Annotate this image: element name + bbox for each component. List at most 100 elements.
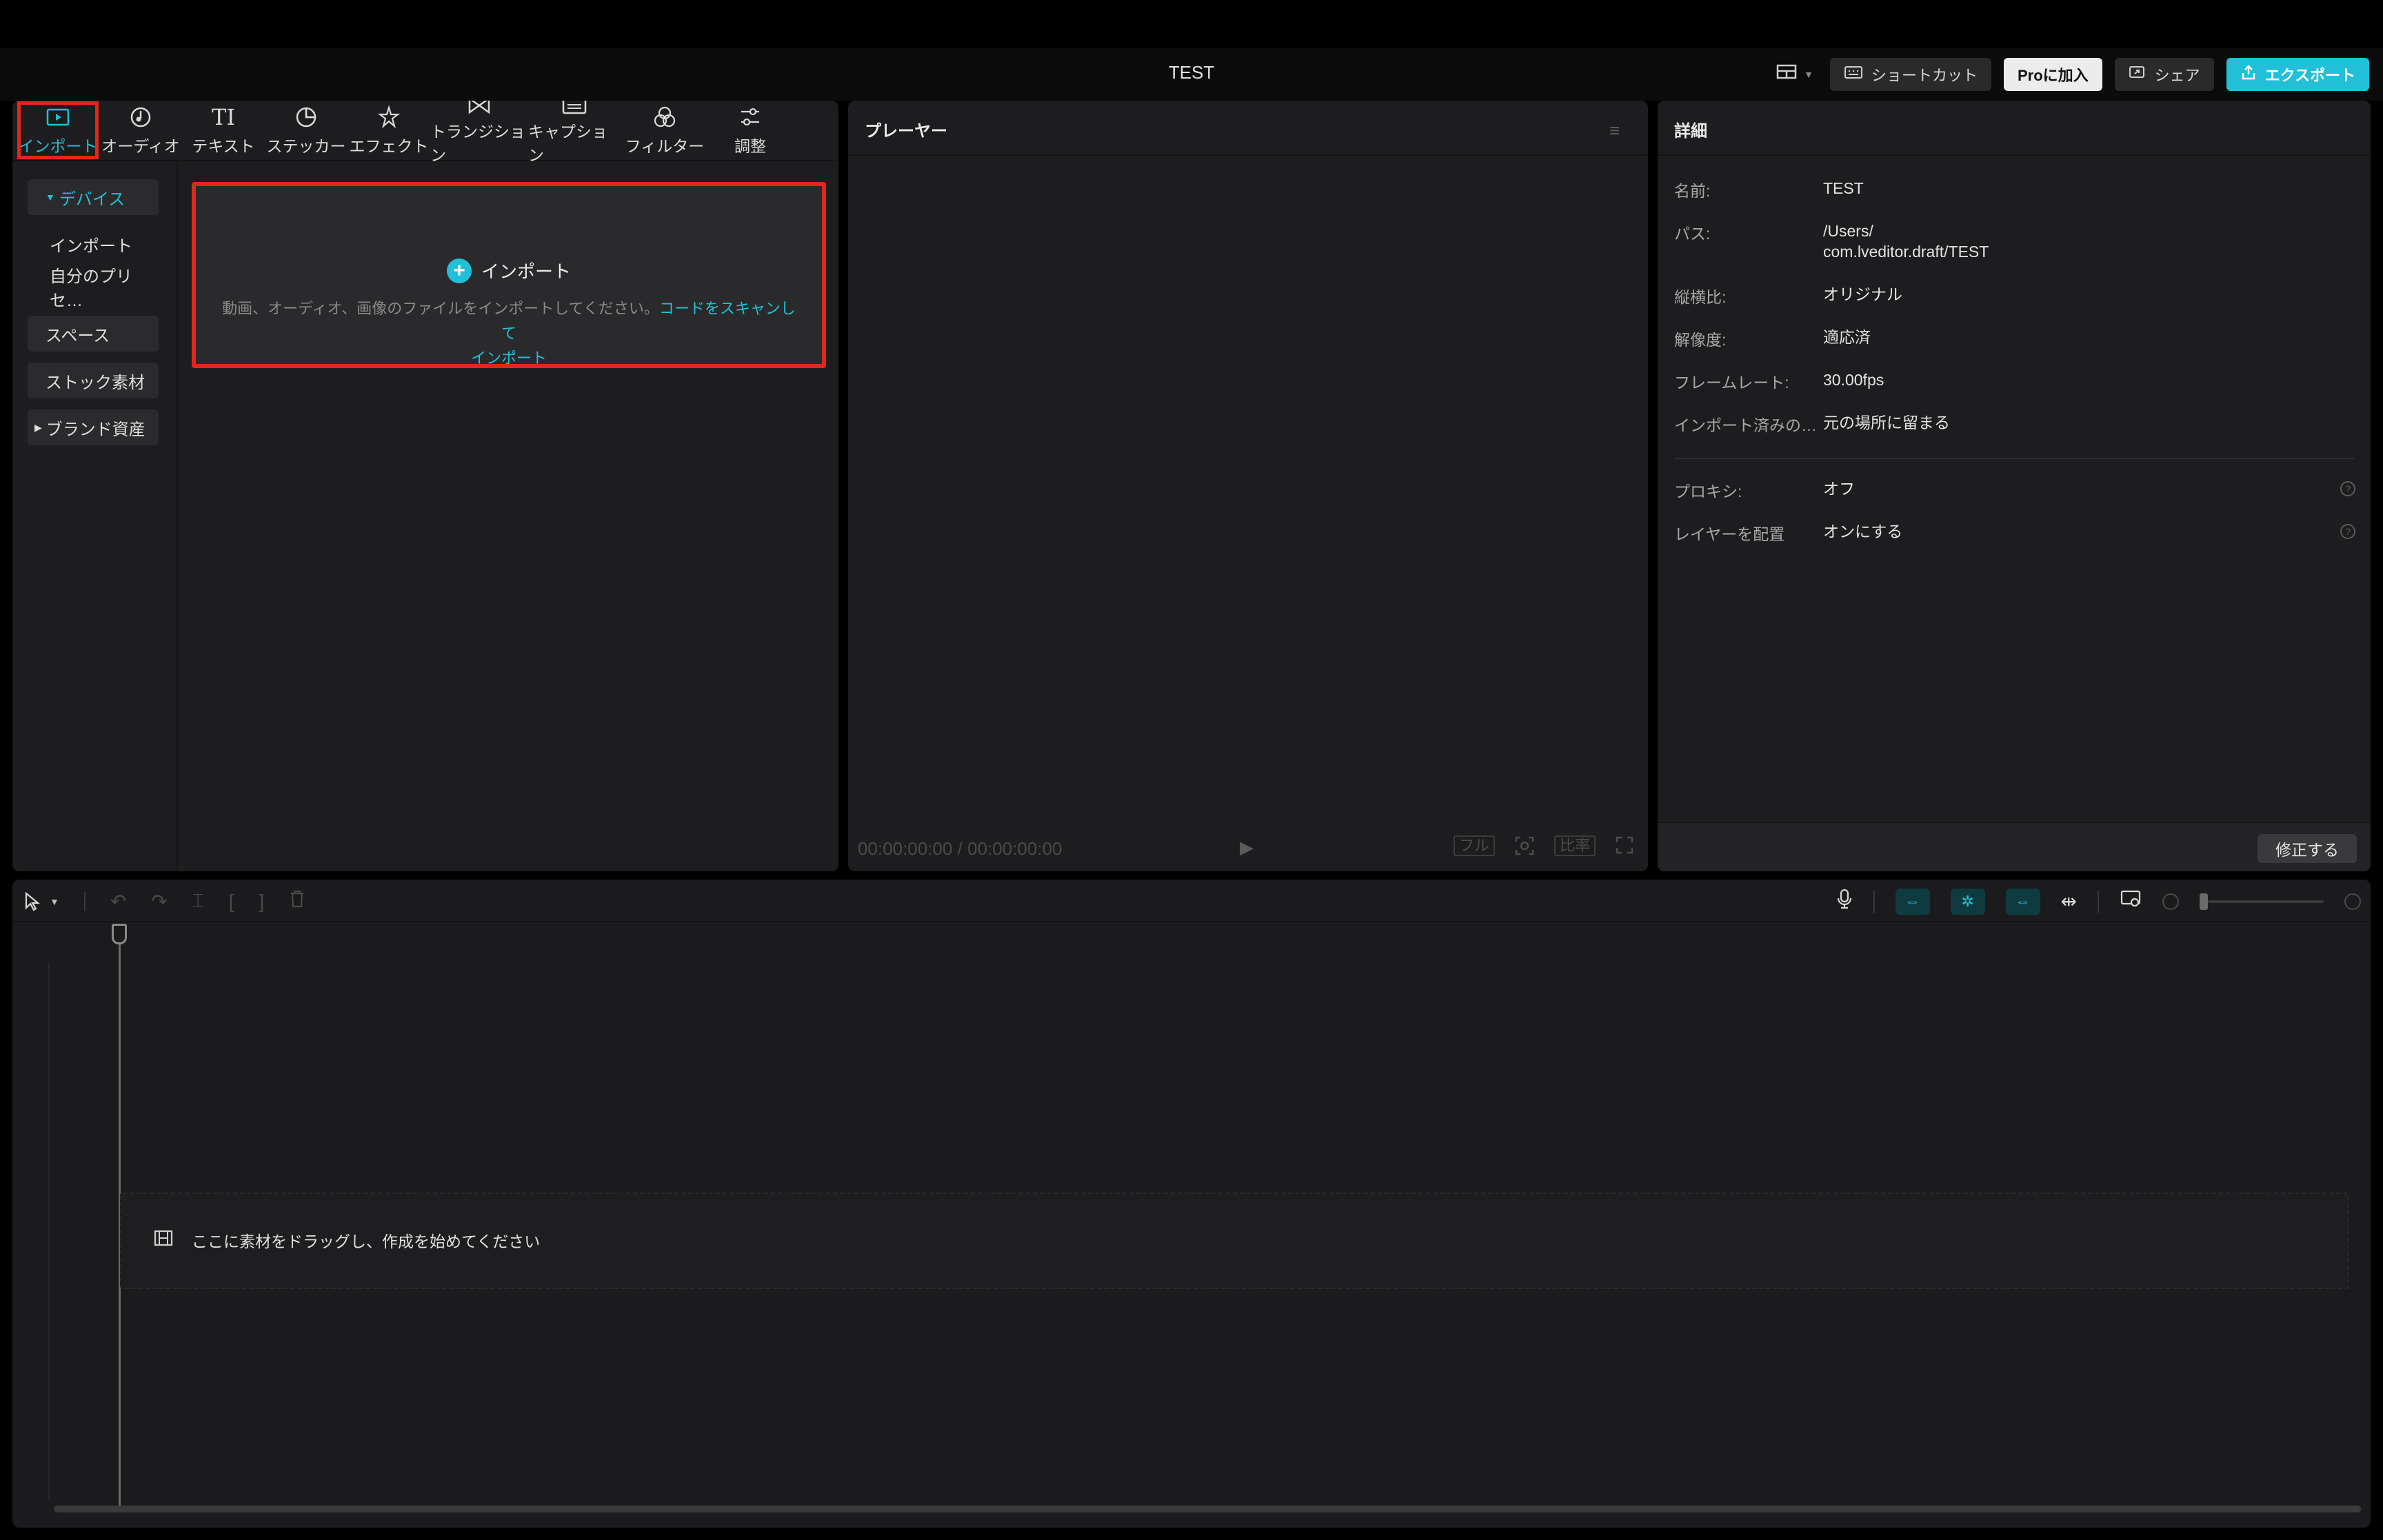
play-icon[interactable]: ▶	[1240, 837, 1254, 858]
scan-code-link-import[interactable]: インポート	[471, 349, 547, 367]
shortcut-button[interactable]: ショートカット	[1829, 58, 1991, 91]
sidebar-item-brand[interactable]: ▶ ブランド資産	[28, 409, 159, 445]
effect-icon	[377, 104, 401, 130]
zoom-out-icon[interactable]	[2162, 893, 2179, 910]
tab-sticker[interactable]: ステッカー	[265, 101, 348, 160]
tab-text[interactable]: TI テキスト	[182, 101, 265, 160]
split-right-icon[interactable]: ]	[259, 891, 264, 913]
tab-effect[interactable]: エフェクト	[348, 101, 430, 160]
zoom-slider[interactable]	[2200, 893, 2324, 910]
detail-value: オリジナル	[1823, 285, 1902, 303]
media-panel: インポート オーディオ TI テキスト ステッカー エフェクト トランジション …	[12, 101, 838, 871]
help-icon[interactable]: ?	[2340, 481, 2355, 496]
detail-key: インポート済みの…	[1674, 416, 1817, 434]
tab-audio[interactable]: オーディオ	[99, 101, 182, 160]
tab-caption[interactable]: キャプション	[528, 101, 621, 164]
tab-label: 調整	[734, 137, 766, 155]
delete-icon[interactable]	[289, 889, 305, 913]
sidebar-item-space[interactable]: スペース	[28, 316, 159, 352]
detail-value: 適応済	[1823, 328, 1871, 346]
linkage-icon[interactable]: ⇔	[2005, 888, 2040, 915]
detail-key: フレームレート:	[1674, 374, 1789, 392]
track-header-divider	[48, 962, 50, 1500]
shortcut-label: ショートカット	[1871, 67, 1978, 84]
zoom-in-icon[interactable]	[2344, 893, 2361, 910]
detail-row-name: 名前: TEST	[1674, 178, 1864, 201]
timeline-drop-zone[interactable]: ここに素材をドラッグし、作成を始めてください	[120, 1193, 2349, 1289]
tab-import[interactable]: インポート	[17, 101, 99, 160]
timeline-scrollbar[interactable]	[54, 1506, 2361, 1512]
export-button[interactable]: エクスポート	[2226, 58, 2369, 91]
sidebar-item-label: デバイス	[59, 190, 125, 209]
select-tool-button[interactable]: ▼	[23, 891, 59, 912]
detail-row-proxy: プロキシ: オフ	[1674, 478, 1855, 502]
detail-key: 名前:	[1674, 182, 1711, 200]
cursor-icon	[25, 891, 41, 911]
split-icon[interactable]: ⌶	[192, 890, 204, 913]
layout-icon	[1776, 64, 1797, 85]
auto-snap-icon[interactable]: ✲	[1950, 888, 1985, 915]
full-quality-button[interactable]: フル	[1453, 835, 1495, 856]
share-button[interactable]: シェア	[2114, 58, 2214, 91]
drop-hint: ここに素材をドラッグし、作成を始めてください	[192, 1233, 541, 1250]
tool-tabs: インポート オーディオ TI テキスト ステッカー エフェクト トランジション …	[12, 101, 838, 164]
import-title: + インポート	[196, 258, 822, 283]
chevron-down-icon: ▼	[50, 895, 59, 907]
pro-subscribe-button[interactable]: Proに加入	[2003, 58, 2102, 91]
chevron-down-icon: ▼	[1804, 69, 1813, 80]
tab-label: キャプション	[528, 123, 607, 164]
layout-button[interactable]: ▼	[1772, 64, 1818, 85]
export-icon	[2240, 64, 2257, 85]
details-panel: 詳細 名前: TEST パス: /Users/ com.lveditor.dra…	[1658, 101, 2371, 871]
plus-icon: +	[446, 258, 472, 283]
details-header: 詳細	[1658, 101, 2371, 156]
tab-transition[interactable]: トランジション	[430, 101, 528, 164]
help-icon[interactable]: ?	[2340, 524, 2355, 539]
redo-icon[interactable]: ↷	[151, 890, 167, 913]
title-bar: TEST ▼ ショートカット Proに加入 シェア エクスポート	[0, 48, 2383, 101]
ratio-button[interactable]: 比率	[1554, 835, 1596, 856]
media-content: + インポート 動画、オーディオ、画像のファイルをインポートしてください。コード…	[178, 161, 838, 871]
zoom-slider-knob[interactable]	[2200, 893, 2208, 910]
sticker-icon	[294, 104, 318, 130]
timeline-toolbar: ▼ ↶ ↷ ⌶ [ ] ⇔ ✲ ⇔ ⇹	[12, 880, 2371, 922]
film-icon	[153, 1229, 174, 1252]
detail-value: TEST	[1823, 179, 1864, 197]
sidebar-item-my-presets[interactable]: 自分のプリセ…	[28, 267, 161, 310]
path-line-2: com.lveditor.draft/TEST	[1823, 243, 1989, 261]
detail-key: 解像度:	[1674, 331, 1727, 349]
tab-filter[interactable]: フィルター	[621, 101, 709, 160]
timeline-preview-icon[interactable]	[2120, 889, 2142, 913]
caption-icon	[561, 101, 587, 116]
sidebar-item-stock[interactable]: ストック素材	[28, 363, 159, 398]
tab-label: インポート	[18, 137, 98, 155]
filter-icon	[652, 104, 677, 130]
fullscreen-icon[interactable]	[1611, 835, 1638, 856]
tab-adjust[interactable]: 調整	[709, 101, 792, 160]
path-line-1: /Users/	[1823, 222, 1873, 240]
timecode: 00:00:00:00 / 00:00:00:00	[858, 838, 1063, 859]
detail-value: オフ	[1823, 480, 1855, 498]
import-description: 動画、オーディオ、画像のファイルをインポートしてください。コードをスキャンして …	[217, 296, 801, 371]
undo-icon[interactable]: ↶	[110, 890, 126, 913]
export-label: エクスポート	[2264, 67, 2355, 84]
modify-button[interactable]: 修正する	[2258, 834, 2357, 863]
main-track-magnet-icon[interactable]: ⇔	[1895, 888, 1930, 915]
preview-axis-icon[interactable]: ⇹	[2061, 890, 2077, 913]
adjust-icon	[738, 104, 762, 130]
focus-icon[interactable]	[1510, 835, 1539, 856]
sidebar-item-label: ブランド資産	[46, 420, 145, 439]
detail-row-path: パス: /Users/ com.lveditor.draft/TEST	[1674, 221, 1989, 262]
microphone-icon[interactable]	[1836, 888, 1853, 915]
share-label: シェア	[2154, 67, 2200, 84]
menu-icon[interactable]: ≡	[1609, 120, 1627, 141]
detail-row-framerate: フレームレート: 30.00fps	[1674, 369, 1884, 393]
detail-value: 元の場所に留まる	[1823, 414, 1950, 432]
tab-label: トランジション	[430, 123, 525, 164]
sidebar-item-device[interactable]: ▼ デバイス	[28, 179, 159, 215]
playhead-handle[interactable]	[112, 924, 127, 944]
sidebar-item-import[interactable]: インポート	[28, 226, 161, 262]
import-drop-zone[interactable]: + インポート 動画、オーディオ、画像のファイルをインポートしてください。コード…	[192, 182, 826, 368]
player-panel: プレーヤー ≡ 00:00:00:00 / 00:00:00:00 ▶ フル 比…	[848, 101, 1648, 871]
split-left-icon[interactable]: [	[229, 891, 234, 913]
